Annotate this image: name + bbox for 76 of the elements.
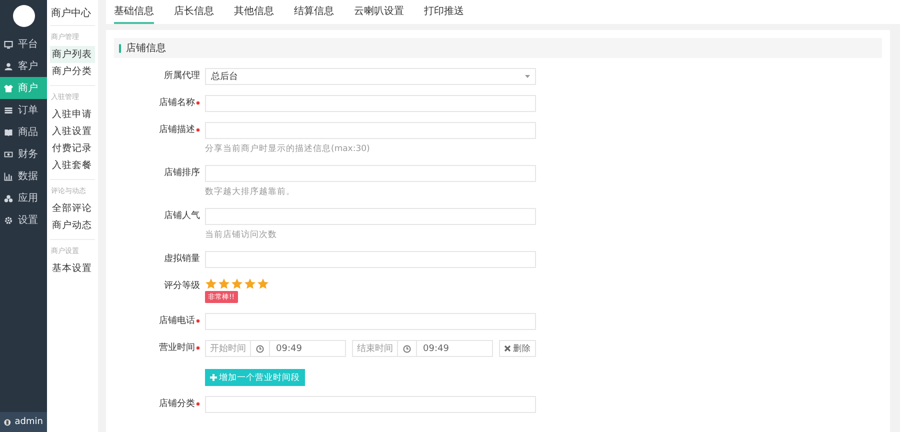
chart-icon (4, 172, 13, 180)
delete-button[interactable]: 删除 (499, 340, 536, 357)
nav-item[interactable]: 订单 (0, 99, 47, 121)
required-icon (196, 318, 200, 323)
avatar (12, 5, 34, 27)
input-field[interactable] (205, 122, 536, 139)
nav-item[interactable]: 财务 (0, 143, 47, 165)
section-title: 商户中心 (50, 6, 92, 21)
field-hint: 数字越大排序越靠前。 (205, 186, 296, 198)
field-label: 店铺分类 (159, 399, 195, 409)
nav-item[interactable]: 客户 (0, 55, 47, 77)
user-icon (4, 418, 11, 426)
tab[interactable]: 云喇叭设置 (354, 0, 404, 24)
field-hint: 当前店铺访问次数 (205, 229, 278, 241)
section-heading: 店铺信息 (126, 42, 166, 55)
required-icon (196, 402, 200, 406)
field-label: 店铺电话 (159, 316, 195, 326)
gear-icon (4, 216, 13, 224)
field-label: 店铺排序 (164, 168, 200, 178)
star-icon[interactable] (205, 278, 217, 290)
nav-item[interactable]: 数据 (0, 165, 47, 187)
nav-item[interactable]: 平台 (0, 33, 47, 55)
tab[interactable]: 店长信息 (174, 0, 214, 24)
book-icon (4, 128, 13, 136)
field-label: 所属代理 (164, 71, 200, 81)
star-icon[interactable] (257, 278, 269, 290)
tab[interactable]: 基础信息 (114, 0, 154, 24)
agent-select[interactable]: 总后台 (205, 68, 536, 85)
menu-item[interactable]: 基本设置 (50, 260, 95, 277)
input-field[interactable] (205, 396, 536, 413)
menu-item[interactable]: 入驻套餐 (50, 157, 95, 174)
star-icon[interactable] (218, 278, 230, 290)
end-time-field[interactable]: 结束时间 09:49 (352, 340, 493, 357)
menu-item[interactable]: 入驻设置 (50, 123, 95, 140)
menu-item[interactable]: 入驻申请 (50, 106, 95, 123)
cubes-icon (4, 194, 13, 202)
tab[interactable]: 其他信息 (234, 0, 274, 24)
field-label: 店铺人气 (164, 211, 200, 221)
menu-item[interactable]: 商户动态 (50, 217, 95, 234)
menu-item[interactable]: 全部评论 (50, 200, 95, 217)
field-label: 评分等级 (164, 281, 200, 291)
list-icon (4, 106, 13, 114)
required-icon (196, 100, 200, 105)
menu-item[interactable]: 商户分类 (50, 63, 95, 80)
shirt-icon (4, 84, 13, 92)
star-icon[interactable] (231, 278, 243, 290)
clock-icon (403, 344, 411, 352)
start-time-field[interactable]: 开始时间 09:49 (205, 340, 346, 357)
plus-icon (210, 374, 217, 380)
input-field[interactable] (205, 313, 536, 330)
input-field[interactable] (205, 165, 536, 182)
input-field[interactable] (205, 251, 536, 268)
nav-item[interactable]: 商品 (0, 121, 47, 143)
close-icon (504, 344, 511, 352)
field-hint: 分享当前商户时显示的描述信息(max:30) (205, 143, 371, 155)
menu-item[interactable]: 付费记录 (50, 140, 95, 157)
tab[interactable]: 打印推送 (424, 0, 464, 24)
nav-item[interactable]: 应用 (0, 187, 47, 209)
input-field[interactable] (205, 208, 536, 225)
clock-icon (256, 344, 264, 352)
tab[interactable]: 结算信息 (294, 0, 334, 24)
field-label: 营业时间 (159, 343, 195, 353)
field-label: 虚拟销量 (164, 254, 200, 264)
menu-item[interactable]: 商户列表 (50, 46, 95, 63)
person-icon (4, 62, 13, 70)
required-icon (196, 346, 200, 350)
star-icon[interactable] (244, 278, 256, 290)
field-label: 店铺描述 (159, 125, 195, 135)
field-label: 店铺名称 (159, 98, 195, 108)
nav-item[interactable]: 设置 (0, 209, 47, 231)
monitor-icon (4, 40, 13, 48)
required-icon (196, 128, 200, 132)
user-name: admin (14, 417, 43, 427)
money-icon (4, 150, 13, 158)
caret-icon (525, 74, 530, 78)
input-field[interactable] (205, 95, 536, 112)
